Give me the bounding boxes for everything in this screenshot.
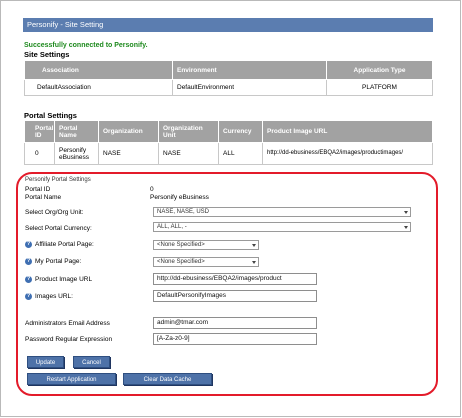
- portal-currency-select[interactable]: ALL, ALL, -: [153, 222, 411, 232]
- org-unit-selected-value: NASE, NASE, USD: [157, 209, 210, 215]
- portal-id-value: 0: [150, 186, 154, 193]
- product-image-url-cell: http://dd-ebusiness/EBQA2/images/product…: [262, 142, 433, 165]
- environment-cell: DefaultEnvironment: [172, 79, 327, 96]
- table-row: DefaultAssociation DefaultEnvironment PL…: [24, 79, 433, 96]
- column-header-application-type: Application Type: [326, 60, 433, 80]
- my-portal-selected-value: <None Specified>: [157, 259, 205, 265]
- help-icon[interactable]: ?: [25, 276, 32, 283]
- my-portal-label-group: ? My Portal Page:: [25, 258, 81, 265]
- portal-name-label: Portal Name: [25, 194, 62, 201]
- site-settings-heading: Site Settings: [24, 50, 70, 59]
- affiliate-portal-label: Affiliate Portal Page:: [35, 241, 94, 248]
- affiliate-portal-selected-value: <None Specified>: [157, 242, 205, 248]
- restart-application-button[interactable]: Restart Application: [27, 373, 116, 385]
- org-unit-select[interactable]: NASE, NASE, USD: [153, 207, 411, 217]
- affiliate-portal-select[interactable]: <None Specified>: [153, 240, 259, 250]
- chevron-down-icon: [404, 211, 408, 214]
- column-header-environment: Environment: [172, 60, 327, 80]
- organization-unit-cell: NASE: [158, 142, 219, 165]
- help-icon[interactable]: ?: [25, 293, 32, 300]
- chevron-down-icon: [404, 226, 408, 229]
- column-header-product-image-url: Product Image URL: [262, 120, 433, 143]
- admin-email-input[interactable]: admin@tmar.com: [153, 317, 317, 329]
- column-header-currency: Currency: [218, 120, 263, 143]
- application-type-cell: PLATFORM: [326, 79, 433, 96]
- chevron-down-icon: [252, 261, 256, 264]
- association-cell: DefaultAssociation: [24, 79, 173, 96]
- portal-currency-label: Select Portal Currency:: [25, 225, 92, 232]
- organization-cell: NASE: [98, 142, 159, 165]
- help-icon[interactable]: ?: [25, 241, 32, 248]
- chevron-down-icon: [252, 244, 256, 247]
- portal-currency-selected-value: ALL, ALL, -: [157, 224, 187, 230]
- portal-settings-table: Portal ID Portal Name Organization Organ…: [24, 120, 433, 165]
- update-button[interactable]: Update: [27, 356, 64, 368]
- column-header-organization-unit: Organization Unit: [158, 120, 219, 143]
- product-image-url-label-group: ? Product Image URL: [25, 276, 92, 283]
- portal-settings-heading: Portal Settings: [24, 111, 77, 120]
- my-portal-label: My Portal Page:: [35, 258, 82, 265]
- table-row: 0 Personify eBusiness NASE NASE ALL http…: [24, 142, 433, 165]
- images-url-input[interactable]: DefaultPersonifyImages: [153, 290, 317, 302]
- site-settings-table: Association Environment Application Type…: [24, 60, 433, 96]
- password-regex-input[interactable]: [A-Za-z0-9]: [153, 333, 317, 345]
- portal-id-label: Portal ID: [25, 186, 51, 193]
- affiliate-portal-label-group: ? Affiliate Portal Page:: [25, 241, 94, 248]
- page-title-bar: Personify - Site Setting: [23, 18, 433, 32]
- product-image-url-input[interactable]: http://dd-ebusiness/EBQA2/images/product: [153, 273, 317, 285]
- my-portal-select[interactable]: <None Specified>: [153, 257, 259, 267]
- portal-settings-legend: Personify Portal Settings: [25, 177, 91, 183]
- portal-name-cell: Personify eBusiness: [54, 142, 99, 165]
- portal-id-cell: 0: [24, 142, 55, 165]
- portal-name-value: Personify eBusiness: [150, 194, 209, 201]
- clear-data-cache-button[interactable]: Clear Data Cache: [123, 373, 212, 385]
- currency-cell: ALL: [218, 142, 263, 165]
- org-unit-label: Select Org/Org Unit:: [25, 209, 84, 216]
- column-header-portal-id: Portal ID: [24, 120, 55, 143]
- admin-email-label: Administrators Email Address: [25, 320, 110, 327]
- cancel-button[interactable]: Cancel: [73, 356, 110, 368]
- help-icon[interactable]: ?: [25, 258, 32, 265]
- product-image-url-label: Product Image URL: [35, 276, 93, 283]
- connection-status-message: Successfully connected to Personify.: [24, 42, 148, 49]
- column-header-association: Association: [24, 60, 173, 80]
- images-url-label-group: ? Images URL:: [25, 293, 73, 300]
- column-header-organization: Organization: [98, 120, 159, 143]
- column-header-portal-name: Portal Name: [54, 120, 99, 143]
- password-regex-label: Password Regular Expression: [25, 336, 113, 343]
- images-url-label: Images URL:: [35, 293, 73, 300]
